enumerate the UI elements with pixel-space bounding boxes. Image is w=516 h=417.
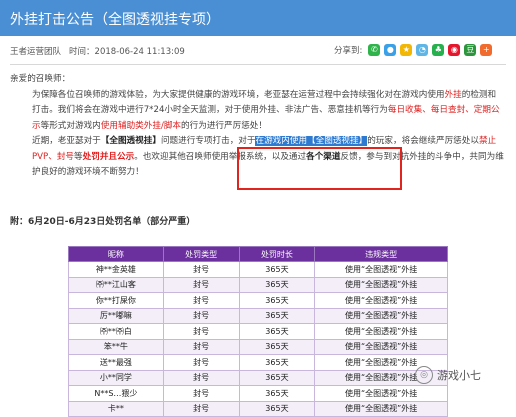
article-meta: 王者运营团队 时间：2018-06-24 11:13:09 bbox=[10, 45, 185, 57]
cell-penalty: 封号 bbox=[162, 354, 240, 371]
p2-selected-text: 在游戏内使用【全图透视挂】 bbox=[255, 136, 368, 146]
qzone-icon[interactable]: ★ bbox=[400, 44, 413, 56]
table-row: 小**同学 封号 365天 使用“全图透视”外挂 bbox=[68, 369, 448, 386]
cell-duration: 365天 bbox=[238, 323, 316, 340]
p2-text: 的玩家，将会继续严厉惩处以 bbox=[367, 136, 479, 146]
table-row: 送**最强 封号 365天 使用“全图透视”外挂 bbox=[68, 354, 448, 371]
cell-nickname: 笨**牛 bbox=[68, 338, 164, 355]
cell-penalty: 封号 bbox=[162, 323, 240, 340]
cell-nickname: 神**金英雄 bbox=[68, 261, 164, 278]
table-row: 卡** 封号 365天 使用“全图透视”外挂 bbox=[68, 400, 448, 417]
wechat-channel-logo-icon: ◎ bbox=[415, 366, 433, 384]
publish-time: 2018-06-24 11:13:09 bbox=[94, 47, 185, 57]
plus-icon[interactable]: + bbox=[480, 44, 493, 56]
cell-duration: 365天 bbox=[238, 261, 316, 278]
cell-violation: 使用“全图透视”外挂 bbox=[314, 323, 448, 340]
cell-duration: 365天 bbox=[238, 307, 316, 324]
p1-text: 等形式对游戏内 bbox=[40, 120, 101, 131]
share-bar: 分享到: ✆ ● ★ ◔ ♣ ◉ 豆 + bbox=[334, 42, 496, 58]
cell-duration: 365天 bbox=[238, 369, 316, 386]
cell-duration: 365天 bbox=[238, 385, 316, 402]
cell-penalty: 封号 bbox=[162, 261, 240, 278]
paragraph-1: 为保障各位召唤师的游戏体验，为大家提供健康的游戏环境，老亚瑟在运营过程中会持续强… bbox=[10, 88, 504, 135]
cell-penalty: 封号 bbox=[162, 292, 240, 309]
cell-penalty: 封号 bbox=[162, 385, 240, 402]
watermark-text: 游戏小七 bbox=[437, 369, 481, 382]
cell-nickname: 卡** bbox=[68, 400, 164, 417]
column-header: 处罚时长 bbox=[238, 246, 316, 262]
cell-violation: 使用“全图透视”外挂 bbox=[314, 261, 448, 278]
p2-text: 近期，老亚瑟对于 bbox=[32, 136, 101, 146]
cell-violation: 使用“全图透视”外挂 bbox=[314, 338, 448, 355]
column-header: 昵称 bbox=[68, 246, 164, 262]
cell-penalty: 封号 bbox=[162, 369, 240, 386]
list-title: 附：6月20日-6月23日处罚名单（部分严重） bbox=[10, 217, 196, 227]
cell-duration: 365天 bbox=[238, 400, 316, 417]
cell-duration: 365天 bbox=[238, 338, 316, 355]
cell-nickname: 厉**嘟嘛 bbox=[68, 307, 164, 324]
cell-nickname: 送**最强 bbox=[68, 354, 164, 371]
p1-highlight: 使用辅助类外挂/脚本 bbox=[100, 120, 182, 131]
sina-weibo-icon[interactable]: ◉ bbox=[448, 44, 461, 56]
table-header-row: 昵称 处罚类型 处罚时长 违规类型 bbox=[68, 246, 448, 262]
penalty-table: 昵称 处罚类型 处罚时长 违规类型 神**金英雄 封号 365天 使用“全图透视”外挂… bbox=[68, 246, 448, 417]
table-row: ㈜**江山客 封号 365天 使用“全图透视”外挂 bbox=[68, 276, 448, 293]
watermark: ◎ 游戏小七 bbox=[415, 366, 481, 384]
tencent-weibo-icon[interactable]: ◔ bbox=[416, 44, 429, 56]
column-header: 违规类型 bbox=[314, 246, 448, 262]
p1-text: 的行为进行严厉惩处！ bbox=[181, 120, 267, 131]
cell-violation: 使用“全图透视”外挂 bbox=[314, 276, 448, 293]
cell-nickname: N**S…猥少 bbox=[68, 385, 164, 402]
pengyou-icon[interactable]: ♣ bbox=[432, 44, 445, 56]
cell-nickname: 小**同学 bbox=[68, 369, 164, 386]
time-label: 时间： bbox=[69, 47, 95, 57]
greeting: 亲爱的召唤师： bbox=[10, 74, 71, 84]
cell-nickname: ㈜**江山客 bbox=[68, 276, 164, 293]
cell-nickname: 你**打屎你 bbox=[68, 292, 164, 309]
p2-text: 问题进行专项打击，对于 bbox=[160, 136, 256, 146]
cell-violation: 使用“全图透视”外挂 bbox=[314, 307, 448, 324]
cell-penalty: 封号 bbox=[162, 400, 240, 417]
p2-text: 等 bbox=[74, 151, 83, 162]
divider bbox=[10, 64, 506, 65]
cell-penalty: 封号 bbox=[162, 338, 240, 355]
p2-highlight: 处罚并且公示 bbox=[82, 151, 135, 162]
cell-nickname: ㈜**㈜白 bbox=[68, 323, 164, 340]
cell-duration: 365天 bbox=[238, 292, 316, 309]
table-row: 厉**嘟嘛 封号 365天 使用“全图透视”外挂 bbox=[68, 307, 448, 324]
douban-icon[interactable]: 豆 bbox=[464, 44, 477, 56]
wechat-icon[interactable]: ✆ bbox=[368, 44, 381, 56]
author-label: 王者运营团队 bbox=[10, 47, 62, 57]
cell-violation: 使用“全图透视”外挂 bbox=[314, 400, 448, 417]
table-row: 你**打屎你 封号 365天 使用“全图透视”外挂 bbox=[68, 292, 448, 309]
share-label: 分享到: bbox=[334, 46, 363, 56]
cell-duration: 365天 bbox=[238, 354, 316, 371]
p2-bold: 【全图透视挂】 bbox=[100, 136, 161, 146]
cell-penalty: 封号 bbox=[162, 276, 240, 293]
column-header: 处罚类型 bbox=[162, 246, 240, 262]
table-row: N**S…猥少 封号 365天 使用“全图透视”外挂 bbox=[68, 385, 448, 402]
p1-text: 为保障各位召唤师的游戏体验，为大家提供健康的游戏环境，老亚瑟在运营过程中会持续强… bbox=[32, 89, 445, 100]
qq-icon[interactable]: ● bbox=[384, 44, 397, 56]
cell-penalty: 封号 bbox=[162, 307, 240, 324]
cell-duration: 365天 bbox=[238, 276, 316, 293]
page-title: 外挂打击公告（全图透视挂专项） bbox=[10, 12, 220, 28]
cell-violation: 使用“全图透视”外挂 bbox=[314, 292, 448, 309]
header-bar: 外挂打击公告（全图透视挂专项） bbox=[0, 0, 516, 36]
table-row: 神**金英雄 封号 365天 使用“全图透视”外挂 bbox=[68, 261, 448, 278]
p1-highlight: 外挂 bbox=[444, 89, 462, 100]
annotation-box bbox=[237, 147, 402, 190]
table-row: 笨**牛 封号 365天 使用“全图透视”外挂 bbox=[68, 338, 448, 355]
table-row: ㈜**㈜白 封号 365天 使用“全图透视”外挂 bbox=[68, 323, 448, 340]
cell-violation: 使用“全图透视”外挂 bbox=[314, 385, 448, 402]
